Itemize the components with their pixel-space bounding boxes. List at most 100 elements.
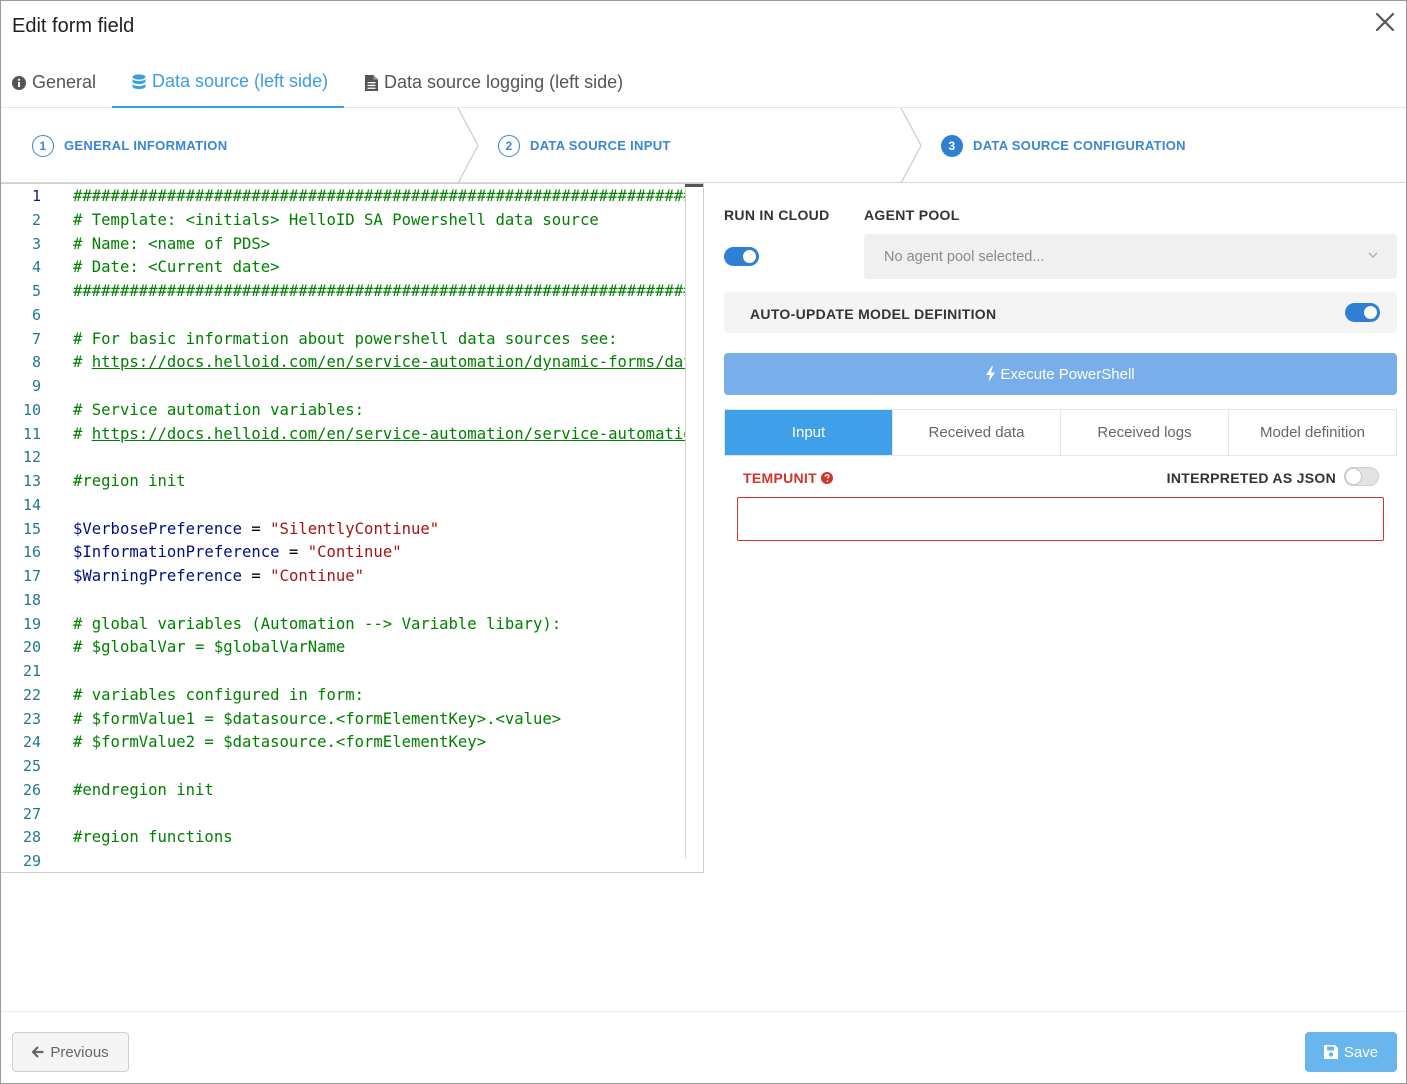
code-token: = [279,543,308,562]
auto-update-toggle[interactable] [1345,303,1380,322]
previous-button[interactable]: Previous [12,1032,129,1072]
code-token: # Service automation variables: [73,400,365,419]
code-area[interactable]: ########################################… [73,184,685,872]
code-link[interactable]: https://docs.helloid.com/en/service-auto… [92,353,685,371]
tab-data-source-logging[interactable]: Data source logging (left side) [365,57,623,108]
subtab-input[interactable]: Input [725,410,893,455]
save-label: Save [1343,1043,1379,1061]
line-number: 25 [22,757,41,775]
code-token: # [73,424,92,443]
editor-scrollbar[interactable] [685,184,686,859]
code-token: # $formValue2 = $datasource.<formElement… [73,733,487,752]
arrow-left-icon [32,1046,44,1058]
code-token: = [242,519,271,538]
line-number: 21 [22,662,41,680]
step-label: DATA SOURCE CONFIGURATION [973,138,1186,153]
tempunit-input[interactable] [737,497,1384,541]
auto-update-label: AUTO-UPDATE MODEL DEFINITION [750,306,997,322]
line-number: 8 [31,353,41,372]
tempunit-label: TEMPUNIT [743,470,833,486]
line-number: 22 [22,685,41,704]
interpreted-as-json-toggle[interactable] [1344,467,1379,486]
subtab-received-logs[interactable]: Received logs [1061,410,1229,455]
tab-general[interactable]: General [12,57,96,108]
tab-general-label: General [32,72,97,92]
code-line: #region init [73,472,186,490]
code-token: # Name: <name of PDS> [73,234,271,253]
code-line: # $formValue2 = $datasource.<formElement… [73,733,486,751]
line-number: 16 [22,543,41,562]
line-number: 17 [22,567,41,585]
code-line: ########################################… [73,282,685,300]
code-line: $WarningPreference = "Continue" [73,567,364,585]
line-number: 6 [31,305,41,324]
code-token: $WarningPreference [73,567,242,585]
agent-pool-label: AGENT POOL [864,207,960,223]
step-data-source-configuration[interactable]: 3 DATA SOURCE CONFIGURATION [941,108,1186,183]
step-label: GENERAL INFORMATION [64,138,228,153]
code-token: # Date: <Current date> [73,258,280,277]
code-line: # Template: <initials> HelloID SA Powers… [73,211,599,229]
code-token: #endregion init [73,780,214,799]
code-line: # Date: <Current date> [73,258,280,276]
database-icon [132,73,146,90]
line-number: 3 [31,234,41,253]
save-icon [1323,1045,1338,1059]
code-token: = [242,567,271,585]
line-number: 26 [22,780,41,799]
close-icon[interactable] [1372,9,1398,35]
line-number: 27 [22,804,41,823]
line-number-gutter: 1 2 3 4 5 6 7 8 9 10 11 12 13 14 15 16 17 18 19 20 21 22 23 24 2… [1,184,57,872]
line-number: 24 [22,733,41,752]
code-line: #region functions [73,828,233,846]
subtab-received-data[interactable]: Received data [893,410,1061,455]
step-number: 3 [941,134,963,157]
line-number: 28 [22,828,41,847]
line-number: 11 [22,424,41,443]
code-token: "Continue" [307,543,402,562]
tab-data-source-label: Data source (left side) [152,71,329,91]
save-button[interactable]: Save [1305,1032,1397,1072]
line-number: 20 [22,638,41,657]
question-circle-icon[interactable] [820,472,833,484]
line-number: 12 [22,448,41,467]
tab-data-source[interactable]: Data source (left side) [112,57,344,108]
code-line: # $formValue1 = $datasource.<formElement… [73,710,561,728]
code-token: # global variables (Automation --> Varia… [73,614,562,633]
line-number: 29 [22,852,41,870]
line-number: 23 [22,709,41,728]
code-line: # global variables (Automation --> Varia… [73,615,561,633]
code-line: # $globalVar = $globalVarName [73,638,345,656]
code-line: # variables configured in form: [73,686,364,704]
execute-powershell-button[interactable]: Execute PowerShell [724,353,1397,395]
code-line: # Name: <name of PDS> [73,235,270,253]
code-line: $InformationPreference = "Continue" [73,543,402,561]
powershell-code-editor[interactable]: 1 2 3 4 5 6 7 8 9 10 11 12 13 14 15 16 17 18 19 20 21 22 23 24 2… [1,183,704,873]
code-token: # Template: <initials> HelloID SA Powers… [73,210,599,229]
run-in-cloud-label: RUN IN CLOUD [724,207,830,223]
code-line: #endregion init [73,781,214,799]
code-link[interactable]: https://docs.helloid.com/en/service-auto… [92,425,685,443]
code-token: #region functions [73,828,233,847]
code-line: ########################################… [73,187,685,205]
step-separator-icon [900,108,922,183]
code-line: # https://docs.helloid.com/en/service-au… [73,353,685,371]
code-token: $InformationPreference [73,543,280,562]
line-number: 15 [22,519,41,538]
bolt-icon [986,366,996,382]
subtab-model-definition[interactable]: Model definition [1229,410,1396,455]
code-token: "SilentlyContinue" [270,519,440,538]
step-data-source-input[interactable]: 2 DATA SOURCE INPUT [498,108,671,183]
previous-label: Previous [50,1043,109,1061]
agent-pool-select[interactable]: No agent pool selected... [864,234,1397,279]
interpreted-as-json-label: INTERPRETED AS JSON [1166,470,1336,486]
file-text-icon [365,74,378,91]
tab-data-source-logging-label: Data source logging (left side) [384,72,624,92]
execute-powershell-label: Execute PowerShell [1000,365,1135,383]
step-general-information[interactable]: 1 GENERAL INFORMATION [32,108,227,183]
line-number: 5 [31,282,41,300]
edit-form-field-dialog: Edit form field General Data source (lef… [0,0,1407,1084]
run-in-cloud-toggle[interactable] [724,247,759,266]
line-number: 7 [31,329,41,348]
step-number: 1 [32,134,54,157]
